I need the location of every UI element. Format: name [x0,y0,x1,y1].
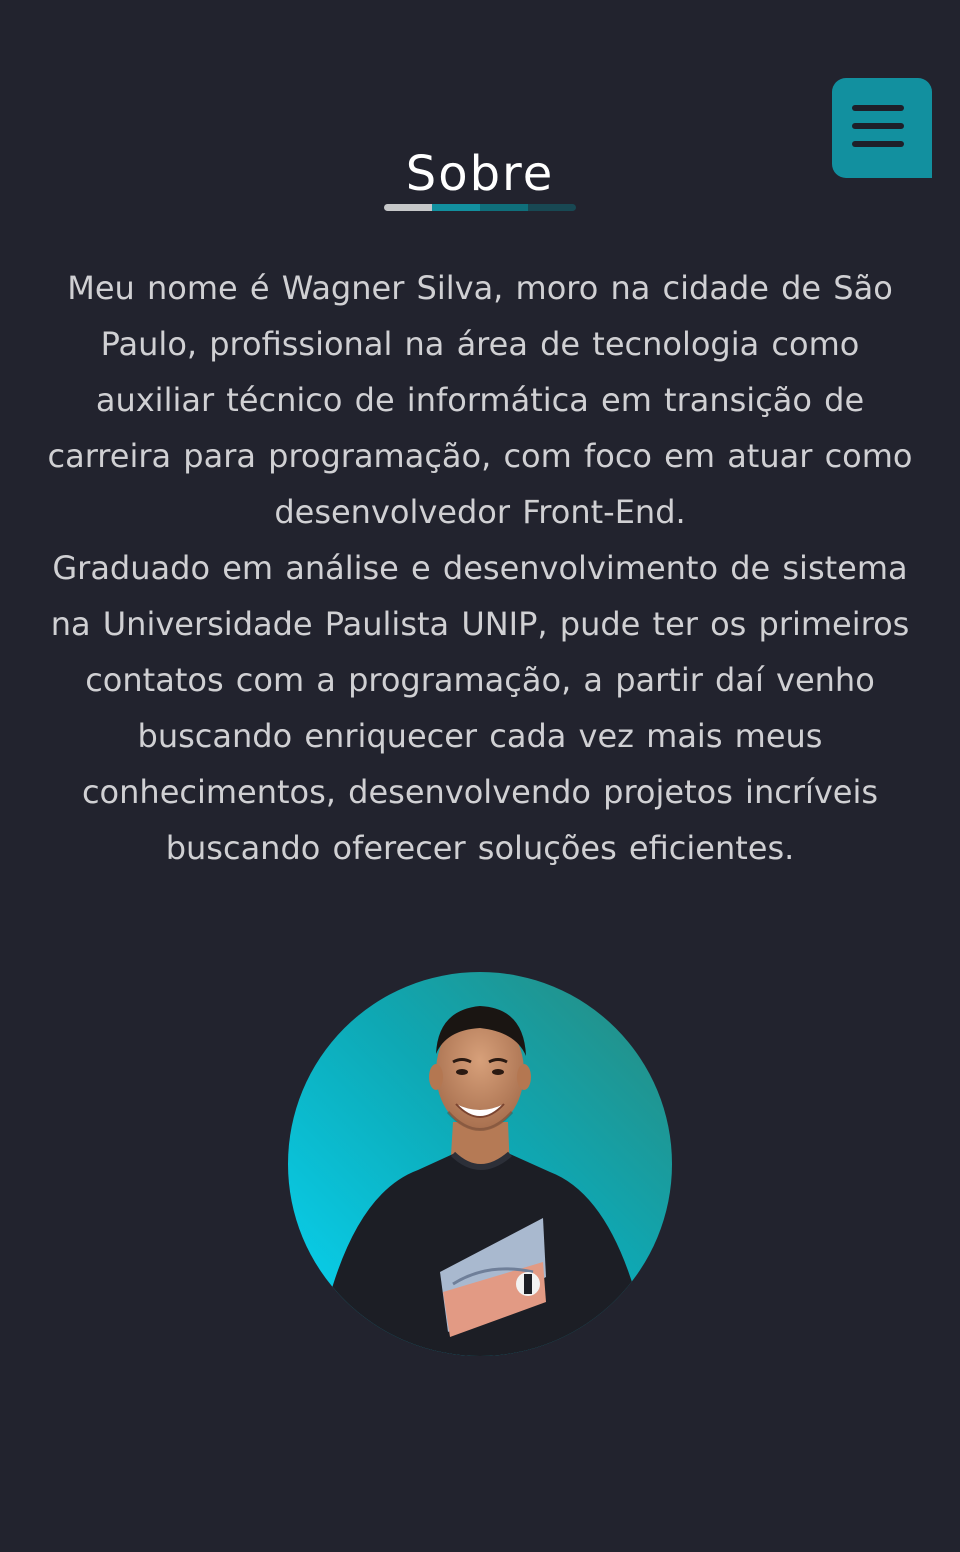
title-underline [384,204,576,211]
about-paragraph-1: Meu nome é Wagner Silva, moro na cidade … [47,269,913,531]
underline-segment [480,204,528,211]
profile-photo-illustration [288,972,672,1356]
hamburger-menu-icon [852,105,904,111]
underline-segment [384,204,432,211]
profile-photo [288,972,672,1356]
about-paragraph-2: Graduado em análise e desenvolvimento de… [50,549,910,867]
hamburger-menu-icon-bar [852,123,904,129]
about-text: Meu nome é Wagner Silva, moro na cidade … [45,260,915,876]
underline-segment [528,204,576,211]
section-title: Sobre [405,146,555,202]
underline-segment [432,204,480,211]
